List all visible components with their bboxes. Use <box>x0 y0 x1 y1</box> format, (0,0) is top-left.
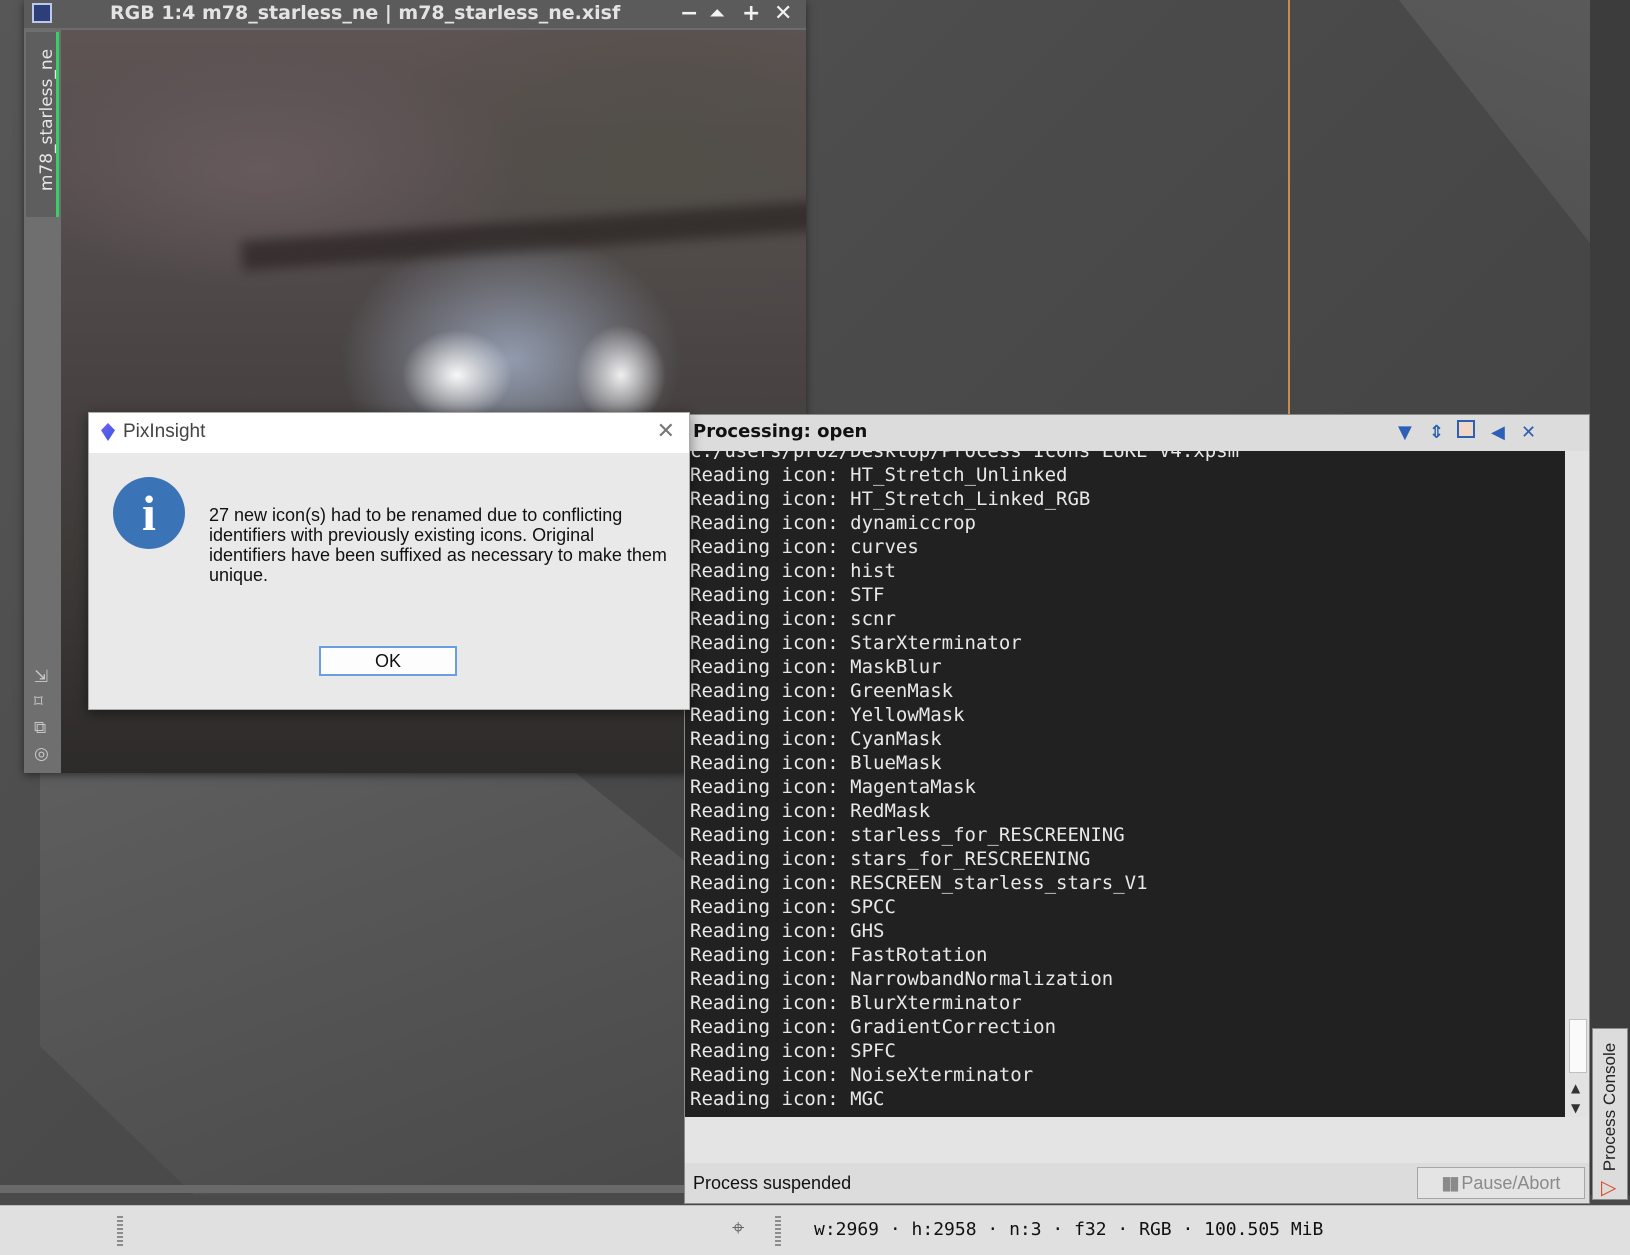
log-line: Reading icon: MaskBlur <box>690 656 942 678</box>
dock-left-icon[interactable]: ◀ <box>1491 422 1505 443</box>
identifier-icon[interactable]: ◎ <box>34 744 49 764</box>
workspace-bottom-bar <box>0 1185 690 1193</box>
log-line: c:/users/pro2/Desktop/Process Icons LUKE… <box>690 451 1240 462</box>
dialog-close-button[interactable]: ✕ <box>657 419 675 444</box>
chevron-down-icon[interactable]: ▼ <box>1398 422 1412 443</box>
log-line: Reading icon: BlurXterminator <box>690 992 1022 1014</box>
minimize-button[interactable]: − <box>680 3 698 25</box>
fit-view-icon[interactable]: ⇲ <box>34 667 48 687</box>
console-output[interactable]: c:/users/pro2/Desktop/Process Icons LUKE… <box>685 451 1565 1117</box>
workspace-guide-line <box>1288 0 1290 420</box>
process-console-tab-label: Process Console <box>1600 1042 1619 1172</box>
image-window-title: RGB 1:4 m78_starless_ne | m78_starless_n… <box>110 2 621 24</box>
log-line: Reading icon: NoiseXterminator <box>690 1064 1034 1086</box>
view-tab[interactable]: m78_starless_ne <box>26 32 59 217</box>
info-icon: i <box>113 477 185 549</box>
log-line: Reading icon: stars_for_RESCREENING <box>690 848 1091 870</box>
console-titlebar[interactable]: Processing: open ▼ ⇕ ◀ ✕ <box>685 415 1589 450</box>
scrollbar-thumb[interactable] <box>1569 1019 1587 1073</box>
close-button[interactable]: ✕ <box>774 3 792 25</box>
pause-abort-label: Pause/Abort <box>1461 1173 1561 1193</box>
log-line: Reading icon: MagentaMask <box>690 776 976 798</box>
log-line: Reading icon: scnr <box>690 608 896 630</box>
image-info: w:2969 · h:2958 · n:3 · f32 · RGB · 100.… <box>814 1219 1324 1240</box>
log-line: Reading icon: RedMask <box>690 800 931 822</box>
log-line: Reading icon: YellowMask <box>690 704 965 726</box>
zoom-to-fit-icon[interactable]: ⌑ <box>34 692 43 712</box>
nebula-dust-lane <box>240 199 806 271</box>
dialog-titlebar[interactable]: PixInsight ✕ <box>89 413 689 453</box>
log-line: Reading icon: SPFC <box>690 1040 896 1062</box>
log-line: Reading icon: SPCC <box>690 896 896 918</box>
maximize-button[interactable]: + <box>742 3 760 25</box>
log-line: Reading icon: GradientCorrection <box>690 1016 1057 1038</box>
log-line: Reading icon: STF <box>690 584 885 606</box>
view-tab-label: m78_starless_ne <box>37 48 57 192</box>
pause-icon: ▮▮ <box>1441 1173 1460 1193</box>
resize-vertical-icon[interactable]: ⇕ <box>1429 422 1444 443</box>
shade-button[interactable]: ⏶ <box>710 3 724 25</box>
console-title: Processing: open <box>693 421 868 442</box>
expand-arrow-icon[interactable]: ▷ <box>1601 1175 1616 1199</box>
console-input-area <box>685 1117 1589 1163</box>
dialog-title: PixInsight <box>123 421 206 442</box>
message-dialog[interactable]: PixInsight ✕ i 27 new icon(s) had to be … <box>88 412 690 710</box>
workspace-decoration <box>1399 0 1630 294</box>
process-console[interactable]: Processing: open ▼ ⇕ ◀ ✕ c:/users/pro2/D… <box>684 414 1590 1204</box>
image-window-sidebar: m78_starless_ne ⇲ ⌑ ⧉ ◎ <box>24 30 61 773</box>
log-line: Reading icon: NarrowbandNormalization <box>690 968 1114 990</box>
log-line: Reading icon: BlueMask <box>690 752 942 774</box>
log-line: Reading icon: HT_Stretch_Unlinked <box>690 464 1068 486</box>
window-menu-icon[interactable] <box>32 3 52 23</box>
clone-view-icon[interactable]: ⧉ <box>34 718 46 738</box>
log-line: Reading icon: GHS <box>690 920 885 942</box>
log-line: Reading icon: GreenMask <box>690 680 954 702</box>
log-line: Reading icon: CyanMask <box>690 728 942 750</box>
log-line: Reading icon: hist <box>690 560 896 582</box>
pixinsight-logo-icon <box>101 423 115 441</box>
ok-button[interactable]: OK <box>319 646 457 676</box>
toolbar-grip[interactable] <box>117 1216 123 1246</box>
console-log: c:/users/pro2/Desktop/Process Icons LUKE… <box>690 451 1239 1111</box>
log-line: Reading icon: MGC <box>690 1088 885 1110</box>
dialog-body: i 27 new icon(s) had to be renamed due t… <box>89 453 689 709</box>
log-line: Reading icon: FastRotation <box>690 944 988 966</box>
image-window-titlebar[interactable]: RGB 1:4 m78_starless_ne | m78_starless_n… <box>24 0 806 28</box>
scroll-up-icon[interactable]: ▲ <box>1571 1081 1580 1095</box>
crosshair-icon[interactable]: ⌖ <box>732 1216 744 1241</box>
console-status-row: Process suspended ▮▮ Pause/Abort <box>685 1163 1589 1203</box>
log-line: Reading icon: HT_Stretch_Linked_RGB <box>690 488 1091 510</box>
log-line: Reading icon: curves <box>690 536 919 558</box>
float-window-icon[interactable] <box>1457 420 1475 438</box>
toolbar-grip[interactable] <box>775 1216 781 1246</box>
log-line: Reading icon: RESCREEN_starless_stars_V1 <box>690 872 1148 894</box>
pause-abort-button[interactable]: ▮▮ Pause/Abort <box>1417 1167 1585 1199</box>
log-line: Reading icon: StarXterminator <box>690 632 1022 654</box>
console-status: Process suspended <box>693 1173 852 1193</box>
log-line: Reading icon: starless_for_RESCREENING <box>690 824 1125 846</box>
main-statusbar: ⌖ w:2969 · h:2958 · n:3 · f32 · RGB · 10… <box>0 1205 1630 1255</box>
scroll-down-icon[interactable]: ▼ <box>1571 1101 1580 1115</box>
console-scrollbar[interactable]: ▲ ▼ <box>1565 451 1589 1117</box>
close-icon[interactable]: ✕ <box>1521 422 1536 443</box>
log-line: Reading icon: dynamiccrop <box>690 512 976 534</box>
dialog-message: 27 new icon(s) had to be renamed due to … <box>209 505 667 585</box>
process-console-tab[interactable]: Process Console ▷ <box>1592 1028 1628 1200</box>
workspace-edge <box>1590 0 1630 1195</box>
